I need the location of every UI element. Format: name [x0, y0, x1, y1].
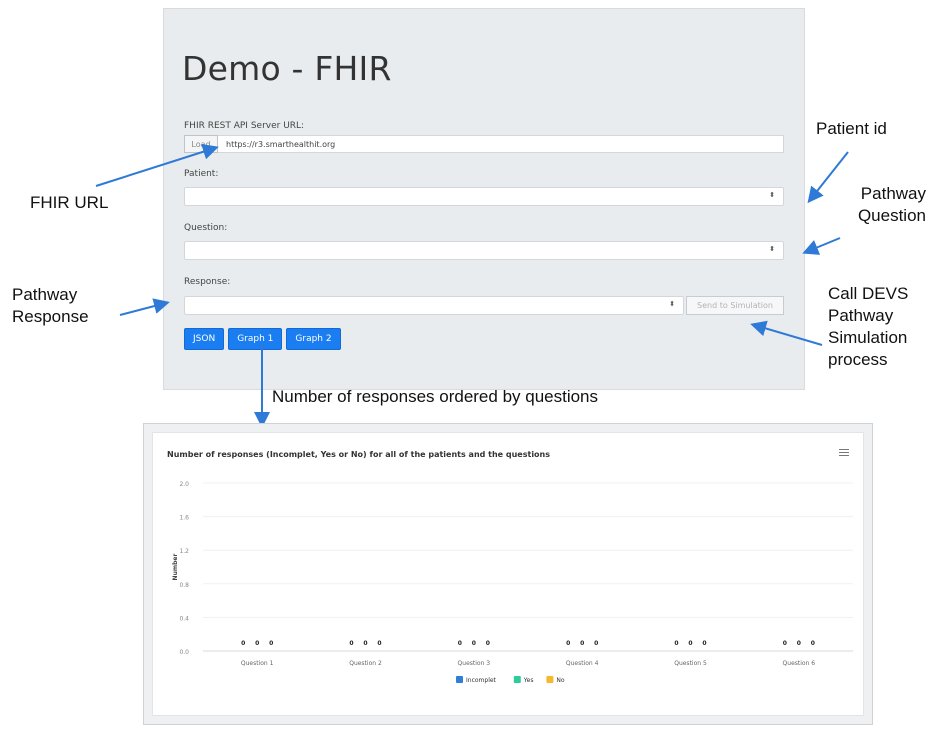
- legend-swatch-yes: [513, 676, 521, 683]
- data-label: 0: [486, 640, 490, 647]
- url-label: FHIR REST API Server URL:: [184, 121, 305, 131]
- x-tick-label: Question 3: [458, 660, 491, 667]
- data-label: 0: [783, 640, 787, 647]
- annotation-line: Simulation: [828, 328, 908, 347]
- annotation-pathway-response: Pathway Response: [12, 284, 89, 328]
- annotation-line: process: [828, 350, 888, 369]
- data-label: 0: [702, 640, 706, 647]
- data-label: 0: [363, 640, 367, 647]
- annotation-fhir-url: FHIR URL: [30, 193, 109, 212]
- legend-label: No: [556, 677, 564, 684]
- send-to-simulation-button[interactable]: Send to Simulation: [686, 296, 784, 315]
- annotation-graph-caption: Number of responses ordered by questions: [272, 387, 599, 406]
- data-label: 0: [688, 640, 692, 647]
- annotation-line: Pathway: [860, 184, 926, 203]
- data-label: 0: [349, 640, 353, 647]
- graph1-button[interactable]: Graph 1: [228, 328, 283, 350]
- data-label: 0: [472, 640, 476, 647]
- legend-label: Incomplet: [466, 677, 497, 684]
- graph-button-row: JSON Graph 1 Graph 2: [184, 328, 341, 350]
- arrow-pathway-question: [802, 237, 841, 255]
- fhir-url-input[interactable]: [218, 135, 784, 153]
- patient-label: Patient:: [184, 169, 219, 179]
- select-caret-icon: ⬍: [769, 192, 775, 199]
- question-label: Question:: [184, 223, 228, 233]
- y-tick-label: 2.0: [179, 481, 189, 488]
- y-tick-label: 1.6: [179, 515, 189, 522]
- data-label: 0: [377, 640, 381, 647]
- x-tick-label: Question 4: [566, 660, 599, 667]
- chart-container: Number of responses (Incomplet, Yes or N…: [152, 432, 864, 716]
- data-label: 0: [269, 640, 273, 647]
- legend-swatch-incomplet: [456, 676, 463, 683]
- page-title: Demo - FHIR: [182, 49, 392, 88]
- select-caret-icon: ⬍: [769, 246, 775, 253]
- data-label: 0: [674, 640, 678, 647]
- annotation-patient-id: Patient id: [816, 119, 887, 138]
- bar-chart: 2.0 1.6 1.2 0.8 0.4 0.0 Number Question 1 0 0 0 Que…: [172, 481, 853, 684]
- data-label: 0: [241, 640, 245, 647]
- response-select[interactable]: ⬍: [184, 296, 684, 315]
- arrow-patient-id: [807, 151, 849, 204]
- x-tick-label: Question 1: [241, 660, 274, 667]
- data-label: 0: [255, 640, 259, 647]
- annotation-line: Pathway: [828, 306, 894, 325]
- json-button[interactable]: JSON: [184, 328, 225, 350]
- select-caret-icon: ⬍: [669, 301, 675, 308]
- patient-select[interactable]: ⬍: [184, 187, 784, 206]
- x-tick-label: Question 2: [349, 660, 382, 667]
- y-tick-label: 0.4: [179, 615, 189, 622]
- arrow-pathway-response: [119, 298, 170, 316]
- annotation-line: Response: [12, 307, 89, 326]
- x-tick-label: Question 6: [783, 660, 816, 667]
- data-label: 0: [566, 640, 570, 647]
- question-select[interactable]: ⬍: [184, 241, 784, 260]
- fhir-demo-panel: Demo - FHIR FHIR REST API Server URL: Lo…: [163, 8, 805, 390]
- x-tick-label: Question 5: [674, 660, 707, 667]
- data-label: 0: [797, 640, 801, 647]
- annotation-line: Question: [857, 206, 926, 225]
- annotation-line: Pathway: [12, 285, 78, 304]
- annotation-line: Call DEVS: [828, 284, 909, 303]
- graph2-button[interactable]: Graph 2: [286, 328, 341, 350]
- load-button[interactable]: Load: [184, 135, 218, 153]
- y-axis-label: Number: [172, 554, 179, 581]
- chart-panel: Number of responses (Incomplet, Yes or N…: [143, 423, 873, 725]
- legend-swatch-no: [546, 676, 554, 683]
- data-label: 0: [458, 640, 462, 647]
- y-tick-label: 1.2: [179, 548, 189, 555]
- y-tick-label: 0.8: [179, 582, 189, 589]
- annotation-pathway-question: Pathway Question: [846, 183, 926, 227]
- data-label: 0: [580, 640, 584, 647]
- response-label: Response:: [184, 277, 231, 287]
- data-label: 0: [594, 640, 598, 647]
- data-label: 0: [811, 640, 815, 647]
- annotation-devs: Call DEVS Pathway Simulation process: [828, 283, 908, 371]
- url-row: Load: [184, 135, 784, 153]
- legend-label: Yes: [523, 677, 534, 684]
- y-tick-label: 0.0: [179, 649, 189, 656]
